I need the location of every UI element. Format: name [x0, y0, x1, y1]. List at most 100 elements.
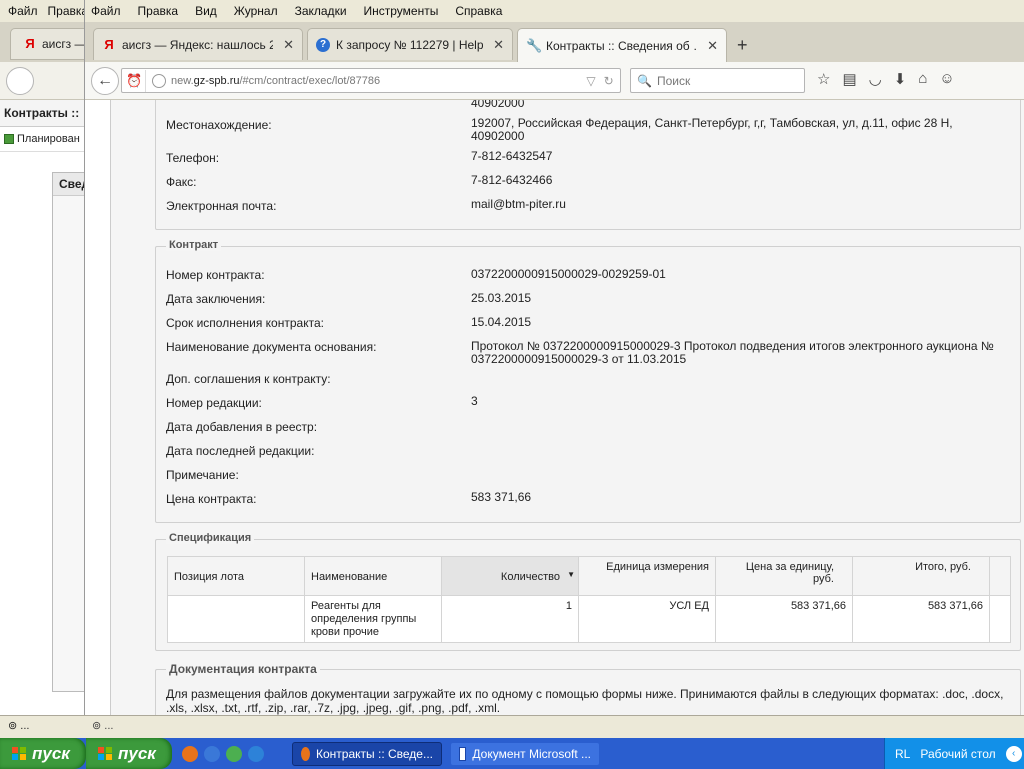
left-panel [85, 100, 111, 715]
field-value: mail@btm-piter.ru [471, 197, 566, 211]
bg-plan-label: Планирован [17, 133, 80, 145]
bg-navbar [0, 62, 84, 100]
chevron-left-icon[interactable]: ‹ [1005, 745, 1022, 762]
close-icon[interactable]: ✕ [707, 38, 718, 54]
spec-table: Позиция лота Наименование Количество ▼ Е… [167, 556, 1011, 643]
taskbar-item-word[interactable]: Документ Microsoft ... [450, 741, 600, 766]
contract-section: Контракт Номер контракта: 03722000009150… [155, 239, 1021, 523]
url-bar[interactable]: ⏰ new.gz-spb.ru/#cm/contract/exec/lot/87… [121, 68, 621, 93]
start-button-2[interactable]: пуск [86, 738, 172, 769]
bg-tabstrip: Я аисгз — [0, 22, 84, 62]
explorer-icon[interactable] [204, 745, 220, 762]
col-header-quantity[interactable]: Количество ▼ [442, 557, 579, 595]
firefox-icon[interactable] [182, 745, 198, 762]
star-icon[interactable]: ☆ [817, 70, 830, 88]
word-icon [459, 746, 467, 761]
tree-icon [4, 134, 14, 144]
bg-menubar: Файл Правка [0, 0, 84, 22]
tabstrip: Я аисгз — Яндекс: нашлось 2… ✕ ? К запро… [85, 22, 1024, 62]
taskbar-item-contracts[interactable]: Контракты :: Сведе... [292, 741, 442, 766]
language-indicator[interactable]: RL [895, 747, 910, 761]
taskbar: пуск пуск Контракты :: Сведе... Документ… [0, 738, 1024, 769]
bg-menu-file[interactable]: Файл [8, 4, 38, 18]
system-tray: RL Рабочий стол ‹ [884, 738, 1024, 769]
quick-launch [182, 745, 264, 762]
field-label: Номер редакции: [166, 396, 262, 410]
search-icon: 🔍 [637, 73, 652, 88]
windows-flag-icon [98, 746, 112, 761]
reading-list-icon[interactable]: ▤ [842, 70, 856, 88]
close-icon[interactable]: ✕ [283, 37, 294, 53]
pocket-icon[interactable]: ◡ [869, 70, 882, 88]
tab-contracts[interactable]: 🔧 Контракты :: Сведения об … ✕ [517, 28, 727, 62]
addon-icon[interactable]: ⏰ [124, 69, 146, 92]
field-value: 15.04.2015 [471, 315, 532, 329]
field-label: Срок исполнения контракта: [166, 316, 324, 330]
reload-icon[interactable]: ↻ [604, 74, 614, 88]
bg-plan-item[interactable]: Планирован [0, 127, 84, 152]
table-row[interactable]: Реагенты для определения группы крови пр… [168, 596, 1010, 642]
globe-icon [152, 73, 166, 88]
menu-edit[interactable]: Правка [138, 4, 179, 18]
menu-view[interactable]: Вид [195, 4, 217, 18]
bg-page: Контракты :: Планирован Свед [0, 100, 84, 717]
col-header-total[interactable]: Итого, руб. [853, 557, 990, 595]
bg-panel-title: Свед [53, 173, 84, 196]
taskbar-item-label: Документ Microsoft ... [472, 746, 591, 761]
field-label: Доп. соглашения к контракту: [166, 372, 331, 386]
url-text[interactable]: new.gz-spb.ru/#cm/contract/exec/lot/8778… [171, 75, 580, 87]
menu-help[interactable]: Справка [455, 4, 502, 18]
field-label: Дата заключения: [166, 292, 266, 306]
field-value: 7-812-6432547 [471, 149, 553, 163]
firefox-icon [301, 746, 311, 761]
taskbar-item-label: Контракты :: Сведе... [316, 746, 433, 761]
search-input[interactable]: 🔍 Поиск [630, 68, 805, 93]
statusbar: ⊚ ... [84, 715, 1024, 738]
section-legend: Контракт [166, 239, 222, 251]
tab-helpdesk[interactable]: ? К запросу № 112279 | HelpD… ✕ [307, 28, 513, 60]
navbar: ← ⏰ new.gz-spb.ru/#cm/contract/exec/lot/… [85, 62, 1024, 100]
col-header-unit[interactable]: Единица измерения [579, 557, 716, 595]
field-label: Номер контракта: [166, 268, 265, 282]
dropdown-icon[interactable]: ▽ [586, 74, 595, 88]
start-button[interactable]: пуск [0, 738, 86, 769]
bg-back-button[interactable] [6, 67, 34, 95]
menu-tools[interactable]: Инструменты [364, 4, 439, 18]
menu-history[interactable]: Журнал [234, 4, 278, 18]
new-tab-icon[interactable]: + [737, 36, 748, 54]
section-legend: Спецификация [166, 532, 255, 544]
start-label: пуск [118, 743, 156, 763]
tab-title: К запросу № 112279 | HelpD… [336, 37, 484, 52]
tab-title: Контракты :: Сведения об … [546, 38, 698, 53]
field-label: Примечание: [166, 468, 239, 482]
bg-menu-edit[interactable]: Правка [48, 4, 84, 18]
windows-flag-icon [12, 746, 26, 761]
cell-price: 583 371,66 [716, 596, 853, 642]
col-header-name[interactable]: Наименование [305, 557, 442, 595]
tab-yandex[interactable]: Я аисгз — Яндекс: нашлось 2… ✕ [93, 28, 303, 60]
chrome-icon[interactable] [226, 745, 242, 762]
browser-window: Файл Правка Вид Журнал Закладки Инструме… [84, 0, 1024, 738]
help-icon: ? [316, 37, 330, 52]
bg-tab-title: аисгз — [42, 37, 84, 51]
menu-file[interactable]: Файл [91, 4, 121, 18]
field-label: Дата добавления в реестр: [166, 420, 318, 434]
docs-section: Документация контракта Для размещения фа… [155, 662, 1021, 715]
menu-bookmarks[interactable]: Закладки [295, 4, 347, 18]
sort-dropdown-icon[interactable]: ▼ [567, 570, 575, 579]
cell-total: 583 371,66 [853, 596, 990, 642]
col-header-position[interactable]: Позиция лота [168, 557, 305, 595]
col-header-price[interactable]: Цена за единицу, руб. [716, 557, 853, 595]
field-value: 583 371,66 [471, 490, 532, 504]
desktop-label[interactable]: Рабочий стол [920, 747, 995, 761]
ie-icon[interactable] [248, 745, 264, 762]
bg-tab[interactable]: Я аисгз — [10, 28, 84, 60]
cell-position [168, 596, 305, 642]
home-icon[interactable]: ⌂ [918, 70, 927, 88]
close-icon[interactable]: ✕ [493, 37, 504, 53]
bg-info-panel: Свед [52, 172, 84, 692]
field-value: Протокол № 0372200000915000029-3 Протоко… [471, 339, 994, 366]
download-icon[interactable]: ⬇ [894, 70, 907, 88]
back-button[interactable]: ← [91, 67, 119, 95]
smiley-icon[interactable]: ☺ [939, 70, 954, 88]
